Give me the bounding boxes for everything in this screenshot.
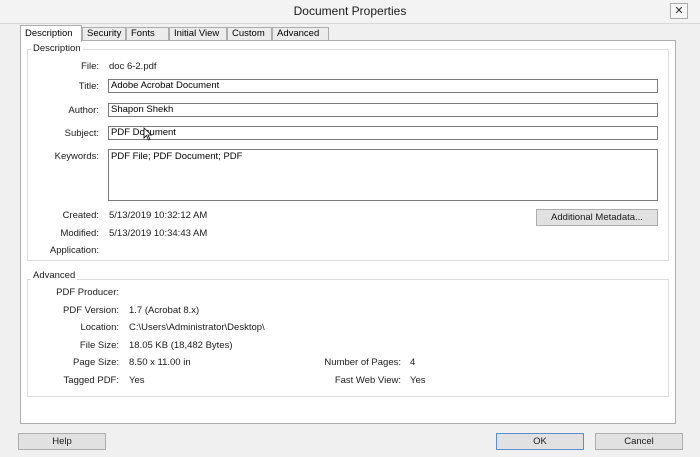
tab-panel: Description File: doc 6-2.pdf Title: Ado… xyxy=(20,40,676,424)
tagged-pdf-value: Yes xyxy=(129,375,145,386)
subject-field[interactable]: PDF Document xyxy=(108,126,658,140)
close-button[interactable]: ✕ xyxy=(670,3,688,19)
keywords-field[interactable]: PDF File; PDF Document; PDF xyxy=(108,149,658,201)
created-value: 5/13/2019 10:32:12 AM xyxy=(109,210,208,221)
close-icon: ✕ xyxy=(674,5,684,17)
keywords-label: Keywords: xyxy=(54,151,99,162)
application-label: Application: xyxy=(49,245,99,256)
location-value: C:\Users\Administrator\Desktop\ xyxy=(129,322,265,333)
page-size-label: Page Size: xyxy=(73,357,119,368)
pdf-version-value: 1.7 (Acrobat 8.x) xyxy=(129,305,200,316)
pdf-version-label: PDF Version: xyxy=(63,305,119,316)
tab-custom[interactable]: Custom xyxy=(227,27,272,41)
window-title: Document Properties xyxy=(293,4,407,18)
tab-advanced[interactable]: Advanced xyxy=(272,27,329,41)
file-size-value: 18.05 KB (18,482 Bytes) xyxy=(129,340,233,351)
file-label: File: xyxy=(81,61,99,72)
tagged-pdf-label: Tagged PDF: xyxy=(63,375,119,386)
tab-fonts[interactable]: Fonts xyxy=(126,27,169,41)
modified-label: Modified: xyxy=(60,228,99,239)
location-label: Location: xyxy=(80,322,119,333)
created-label: Created: xyxy=(62,210,99,221)
page-size-value: 8.50 x 11.00 in xyxy=(129,357,191,368)
author-label: Author: xyxy=(68,105,99,116)
help-button[interactable]: Help xyxy=(18,433,106,450)
number-of-pages-value: 4 xyxy=(410,357,416,368)
title-field[interactable]: Adobe Acrobat Document xyxy=(108,79,658,93)
fast-web-view-value: Yes xyxy=(410,375,426,386)
tab-initial-view[interactable]: Initial View xyxy=(169,27,227,41)
cancel-button[interactable]: Cancel xyxy=(595,433,683,450)
subject-label: Subject: xyxy=(64,128,99,139)
mouse-cursor-icon xyxy=(143,127,153,141)
title-label: Title: xyxy=(78,81,99,92)
tab-security[interactable]: Security xyxy=(82,27,126,41)
author-field[interactable]: Shapon Shekh xyxy=(108,103,658,117)
file-size-label: File Size: xyxy=(79,340,119,351)
tab-description[interactable]: Description xyxy=(20,25,82,42)
advanced-legend: Advanced xyxy=(31,270,78,281)
description-legend: Description xyxy=(31,43,83,54)
title-bar: Document Properties ✕ xyxy=(0,0,700,24)
number-of-pages-label: Number of Pages: xyxy=(324,357,401,368)
ok-button[interactable]: OK xyxy=(496,433,584,450)
additional-metadata-button[interactable]: Additional Metadata... xyxy=(536,209,658,226)
modified-value: 5/13/2019 10:34:43 AM xyxy=(109,228,208,239)
file-value: doc 6-2.pdf xyxy=(109,61,157,72)
fast-web-view-label: Fast Web View: xyxy=(334,375,401,386)
pdf-producer-label: PDF Producer: xyxy=(56,287,119,298)
